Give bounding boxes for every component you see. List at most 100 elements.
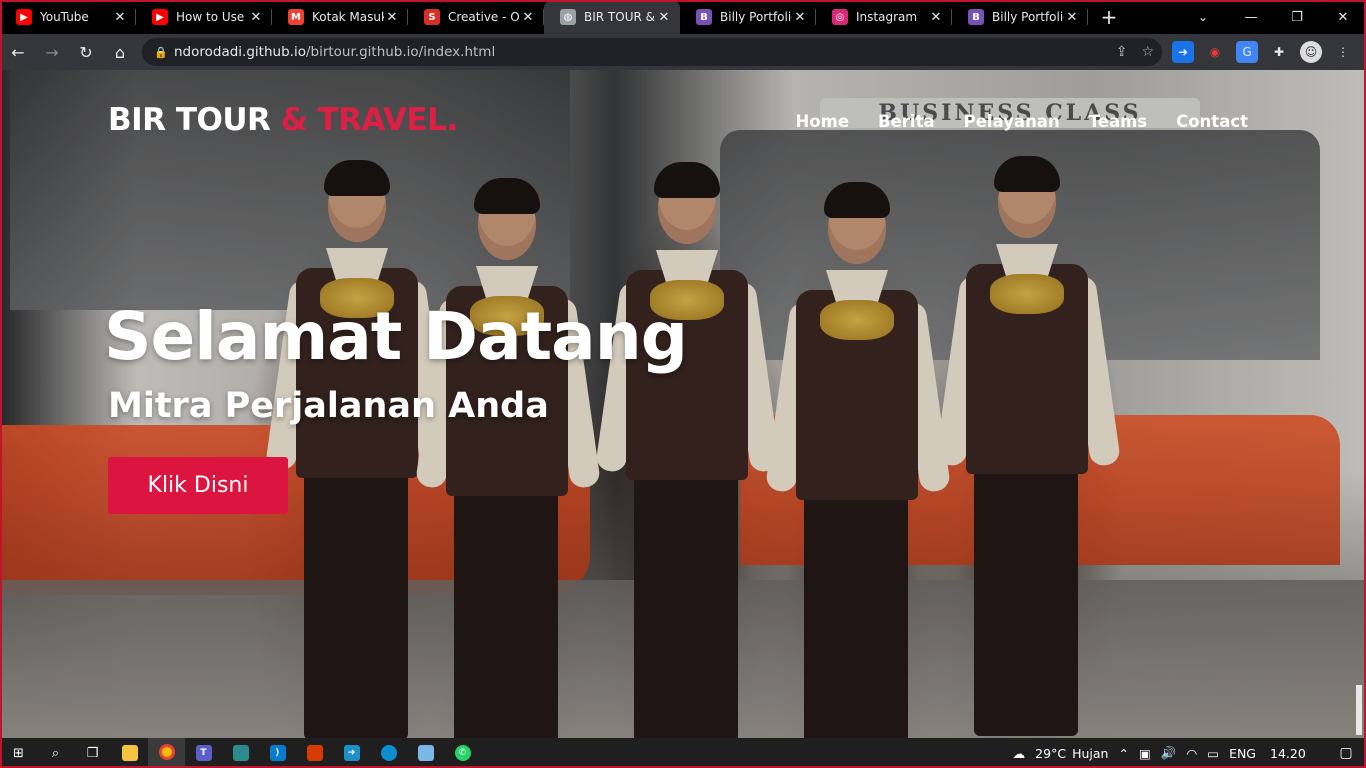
youtube-icon: ▶ <box>16 9 32 25</box>
brand-accent: & TRAVEL. <box>270 102 458 138</box>
meet-icon[interactable]: ▣ <box>1139 746 1151 761</box>
lock-icon[interactable]: 🔒 <box>154 46 172 59</box>
page-scrollbar[interactable] <box>1354 70 1364 738</box>
url-text[interactable]: ndorodadi.github.io/birtour.github.io/in… <box>174 44 495 60</box>
url-host: ndorodadi.github.io <box>174 44 306 60</box>
taskbar: ⊞ ⌕ ❐ T ⟩ ➜ ✆ ☁ 29°C Hujan ⌃ ▣ 🔊 ◠ ▭ ENG… <box>0 738 1366 768</box>
tab-title: Billy Portfolio <box>992 10 1064 24</box>
web-page: BUSINESS CLASS BIR TOUR & TRAVEL. Home B… <box>0 70 1366 738</box>
file-explorer-icon[interactable] <box>111 738 148 768</box>
windows-start-icon[interactable]: ⊞ <box>0 738 37 768</box>
share-icon[interactable]: ⇪ <box>1116 44 1128 60</box>
bootstrap-icon: B <box>696 9 712 25</box>
hero-title: Selamat Datang <box>104 298 688 375</box>
bootstrap-icon: B <box>968 9 984 25</box>
close-tab-icon[interactable]: ✕ <box>1064 10 1080 25</box>
profile-avatar[interactable]: ☺ <box>1300 41 1322 63</box>
edge-icon[interactable] <box>370 738 407 768</box>
window-controls: — ❐ ✕ <box>1228 0 1366 34</box>
clock[interactable]: 14.20 <box>1270 746 1316 761</box>
whatsapp-icon[interactable]: ✆ <box>444 738 481 768</box>
wifi-icon[interactable]: ◠ <box>1186 746 1197 761</box>
tab-title: YouTube <box>40 10 89 24</box>
nav-berita[interactable]: Berita <box>878 112 935 131</box>
site-nav: Home Berita Pelayanan Teams Contact <box>795 112 1248 131</box>
tray-chevron-icon[interactable]: ⌃ <box>1118 746 1128 761</box>
bookmark-star-icon[interactable]: ☆ <box>1141 44 1154 60</box>
vscode-icon[interactable]: ⟩ <box>259 738 296 768</box>
forward-button[interactable]: → <box>36 36 68 68</box>
tab-title: Kotak Masuk <box>312 10 384 24</box>
hero-subtitle: Mitra Perjalanan Anda <box>108 386 549 426</box>
translate-icon[interactable]: G <box>1236 41 1258 63</box>
menu-kebab-icon[interactable]: ⋮ <box>1332 41 1354 63</box>
globe-icon: ◍ <box>560 9 576 25</box>
nav-teams[interactable]: Teams <box>1089 112 1147 131</box>
url-path: /birtour.github.io/index.html <box>305 44 496 60</box>
nav-pelayanan[interactable]: Pelayanan <box>964 112 1060 131</box>
tab-search-chevron-icon[interactable]: ⌄ <box>1188 0 1218 34</box>
home-button[interactable]: ⌂ <box>104 36 136 68</box>
language-indicator[interactable]: ENG <box>1229 746 1256 761</box>
tab-title: Creative - On <box>448 10 520 24</box>
nav-home[interactable]: Home <box>795 112 849 131</box>
creative-icon: S <box>424 9 440 25</box>
browser-tab[interactable]: ▶ How to Use W✕ <box>136 0 272 34</box>
browser-tab[interactable]: B Billy Portfolio ✕ <box>680 0 816 34</box>
browser-tab[interactable]: ◎ Instagram ✕ <box>816 0 952 34</box>
close-tab-icon[interactable]: ✕ <box>792 10 808 25</box>
teams-icon[interactable]: T <box>185 738 222 768</box>
volume-icon[interactable]: 🔊 <box>1161 745 1177 761</box>
close-tab-icon[interactable]: ✕ <box>656 10 672 25</box>
search-icon[interactable]: ⌕ <box>37 738 74 768</box>
close-tab-icon[interactable]: ✕ <box>112 10 128 25</box>
weather-text[interactable]: Hujan <box>1072 746 1108 761</box>
puzzle-icon[interactable]: ✚ <box>1268 41 1290 63</box>
close-tab-icon[interactable]: ✕ <box>520 10 536 25</box>
tab-list: ▶YouTube✕▶How to Use W✕MKotak Masuk✕SCre… <box>0 0 1088 34</box>
close-tab-icon[interactable]: ✕ <box>384 10 400 25</box>
weather-icon[interactable]: ☁ <box>1013 746 1026 761</box>
cta-button[interactable]: Klik Disni <box>108 457 288 514</box>
browser-tab[interactable]: B Billy Portfolio ✕ <box>952 0 1088 34</box>
office-icon[interactable] <box>296 738 333 768</box>
close-tab-icon[interactable]: ✕ <box>248 10 264 25</box>
restore-button[interactable]: ❐ <box>1274 0 1320 34</box>
youtube-icon: ▶ <box>152 9 168 25</box>
battery-icon[interactable]: ▭ <box>1207 746 1219 761</box>
browser-tab[interactable]: S Creative - On ✕ <box>408 0 544 34</box>
minimize-button[interactable]: — <box>1228 0 1274 34</box>
gmail-icon: M <box>288 9 304 25</box>
app-arrow-icon[interactable]: ➜ <box>333 738 370 768</box>
back-button[interactable]: ← <box>2 36 34 68</box>
weather-temp[interactable]: 29°C <box>1035 746 1066 761</box>
tab-title: BIR TOUR & T <box>584 10 656 24</box>
extension-eye-icon[interactable]: ◉ <box>1204 41 1226 63</box>
chrome-icon[interactable] <box>148 738 185 768</box>
tab-title: Instagram <box>856 10 918 24</box>
close-window-button[interactable]: ✕ <box>1320 0 1366 34</box>
tab-strip: ▶YouTube✕▶How to Use W✕MKotak Masuk✕SCre… <box>0 0 1366 34</box>
browser-tab[interactable]: M Kotak Masuk ✕ <box>272 0 408 34</box>
brand-main: BIR TOUR <box>108 102 271 138</box>
scrollbar-thumb[interactable] <box>1356 685 1362 735</box>
nav-contact[interactable]: Contact <box>1176 112 1248 131</box>
new-tab-button[interactable]: + <box>1094 2 1124 32</box>
address-bar[interactable]: 🔒 ndorodadi.github.io/birtour.github.io/… <box>142 38 1162 66</box>
store-icon[interactable] <box>222 738 259 768</box>
tab-title: Billy Portfolio <box>720 10 792 24</box>
browser-tab[interactable]: ▶ YouTube ✕ <box>0 0 136 34</box>
instagram-icon: ◎ <box>832 9 848 25</box>
system-tray: ☁ 29°C Hujan ⌃ ▣ 🔊 ◠ ▭ ENG 14.20 ▢ <box>1003 738 1366 768</box>
task-view-icon[interactable]: ❐ <box>74 738 111 768</box>
reload-button[interactable]: ↻ <box>70 36 102 68</box>
notification-icon[interactable]: ▢ <box>1326 745 1366 761</box>
extension-arrow-icon[interactable]: ➜ <box>1172 41 1194 63</box>
close-tab-icon[interactable]: ✕ <box>928 10 944 25</box>
site-logo[interactable]: BIR TOUR & TRAVEL. <box>108 102 458 138</box>
tab-title: How to Use W <box>176 10 248 24</box>
browser-tab[interactable]: ◍ BIR TOUR & T✕ <box>544 0 680 34</box>
extensions-area: ➜ ◉ G ✚ ☺ ⋮ <box>1172 34 1354 70</box>
notepad-icon[interactable] <box>407 738 444 768</box>
browser-toolbar: ← → ↻ ⌂ 🔒 ndorodadi.github.io/birtour.gi… <box>0 34 1366 70</box>
